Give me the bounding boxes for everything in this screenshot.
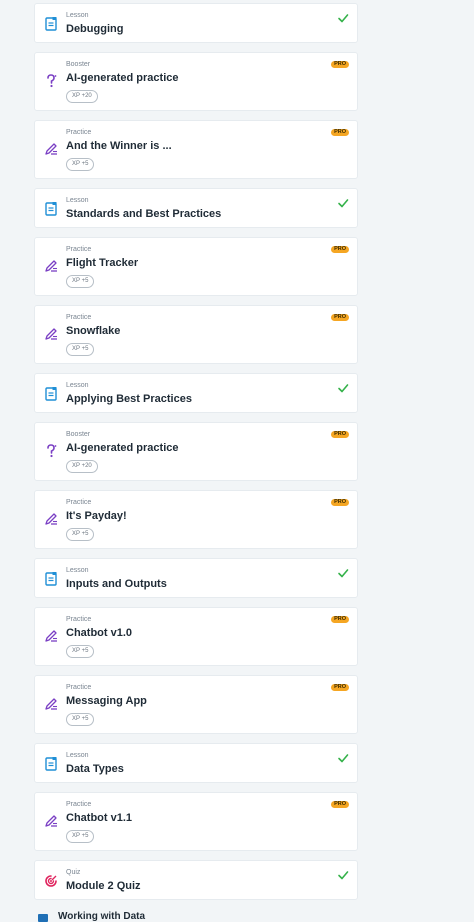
xp-badge: XP +5 [66,528,95,541]
lesson-title: Standards and Best Practices [66,208,222,220]
lesson-title: And the Winner is ... [66,140,172,152]
lesson-type-label: Practice [66,616,92,623]
xp-badge: XP +5 [66,645,95,658]
practice-pencil-icon [43,258,59,274]
pro-badge: PRO [331,801,349,808]
lesson-title: Flight Tracker [66,257,139,269]
lesson-title: AI-generated practice [66,72,179,84]
practice-pencil-icon [43,696,59,712]
pro-badge: PRO [331,61,349,68]
lesson-title: Messaging App [66,695,147,707]
lesson-doc-icon [43,571,59,587]
lesson-type-label: Practice [66,246,92,253]
xp-badge: XP +5 [66,713,95,726]
lesson-title: Data Types [66,763,124,775]
lesson-card[interactable]: Practice Messaging App XP +5 PRO [34,675,358,734]
xp-badge: XP +5 [66,343,95,356]
xp-badge: XP +20 [66,460,98,473]
lesson-type-label: Lesson [66,567,89,574]
pro-badge: PRO [331,246,349,253]
lesson-type-label: Lesson [66,382,89,389]
lesson-doc-icon [43,16,59,32]
lesson-card[interactable]: Practice It's Payday! XP +5 PRO [34,490,358,549]
lesson-title: Applying Best Practices [66,393,192,405]
practice-pencil-icon [43,511,59,527]
lesson-card[interactable]: Practice Flight Tracker XP +5 PRO [34,237,358,296]
completed-check-icon [337,381,349,393]
lesson-card[interactable]: Lesson Applying Best Practices [34,373,358,413]
lesson-card[interactable]: Lesson Debugging [34,3,358,43]
lesson-doc-icon [43,756,59,772]
lesson-type-label: Practice [66,801,92,808]
next-module-title: Working with Data [58,911,146,922]
pro-badge: PRO [331,314,349,321]
lesson-card[interactable]: Practice And the Winner is ... XP +5 PRO [34,120,358,179]
lesson-doc-icon [43,386,59,402]
lesson-type-label: Lesson [66,12,89,19]
quiz-target-icon [43,873,59,889]
lesson-title: Chatbot v1.0 [66,627,133,639]
question-icon [43,73,59,89]
lesson-card[interactable]: Practice Chatbot v1.1 XP +5 PRO [34,792,358,851]
lesson-type-label: Booster [66,431,91,438]
completed-check-icon [337,11,349,23]
lesson-type-label: Booster [66,61,91,68]
xp-badge: XP +5 [66,275,95,288]
pro-badge: PRO [331,129,349,136]
module-icon [38,914,48,922]
xp-badge: XP +5 [66,158,95,171]
pro-badge: PRO [331,431,349,438]
lesson-doc-icon [43,201,59,217]
lesson-card[interactable]: Booster AI-generated practice XP +20 PRO [34,52,358,111]
pro-badge: PRO [331,499,349,506]
lesson-card[interactable]: Booster AI-generated practice XP +20 PRO [34,422,358,481]
lesson-title: Inputs and Outputs [66,578,167,590]
completed-check-icon [337,868,349,880]
practice-pencil-icon [43,813,59,829]
completed-check-icon [337,196,349,208]
lesson-type-label: Practice [66,684,92,691]
practice-pencil-icon [43,628,59,644]
question-icon [43,443,59,459]
pro-badge: PRO [331,684,349,691]
lesson-card[interactable]: Practice Chatbot v1.0 XP +5 PRO [34,607,358,666]
lesson-card[interactable]: Lesson Standards and Best Practices [34,188,358,228]
lesson-type-label: Practice [66,499,92,506]
lesson-type-label: Lesson [66,752,89,759]
lesson-title: Snowflake [66,325,121,337]
completed-check-icon [337,566,349,578]
lesson-card[interactable]: Practice Snowflake XP +5 PRO [34,305,358,364]
xp-badge: XP +20 [66,90,98,103]
lesson-card[interactable]: Lesson Inputs and Outputs [34,558,358,598]
completed-check-icon [337,751,349,763]
practice-pencil-icon [43,141,59,157]
lesson-type-label: Quiz [66,869,81,876]
pro-badge: PRO [331,616,349,623]
lesson-type-label: Practice [66,129,92,136]
lesson-title: Chatbot v1.1 [66,812,133,824]
lesson-card[interactable]: Lesson Data Types [34,743,358,783]
lesson-card[interactable]: Quiz Module 2 Quiz [34,860,358,900]
lesson-type-label: Lesson [66,197,89,204]
next-module-header[interactable]: Working with Data [34,912,234,922]
lesson-type-label: Practice [66,314,92,321]
lesson-title: AI-generated practice [66,442,179,454]
xp-badge: XP +5 [66,830,95,843]
lesson-title: Debugging [66,23,124,35]
lesson-title: Module 2 Quiz [66,880,141,892]
practice-pencil-icon [43,326,59,342]
lesson-title: It's Payday! [66,510,127,522]
